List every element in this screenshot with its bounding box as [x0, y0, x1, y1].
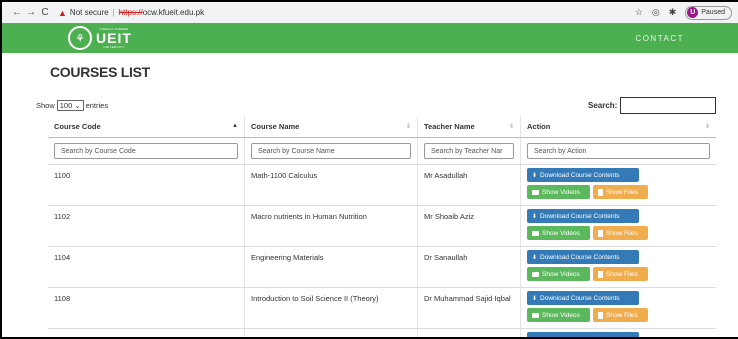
course-code-cell: 1104 — [48, 247, 245, 287]
course-code-cell: 1108 — [48, 288, 245, 328]
show-videos-button[interactable]: Show Videos — [527, 185, 590, 199]
back-button[interactable]: ← — [10, 7, 24, 18]
show-label: Show — [36, 101, 55, 110]
video-icon — [532, 312, 539, 318]
url-scheme: https:// — [118, 8, 143, 17]
download-course-contents-button[interactable]: ⬇ Download Course Contents — [527, 291, 639, 305]
course-name-cell: Macro nutrients in Human Nutrition — [245, 206, 418, 246]
filter-action-input[interactable]: Search by Action — [527, 143, 710, 159]
show-videos-button[interactable]: Show Videos — [527, 267, 590, 281]
filter-course-name-input[interactable]: Search by Course Name — [251, 143, 411, 159]
action-cell: ⬇ Download Course Contents Show Videos Sh… — [521, 206, 716, 246]
download-icon: ⬇ — [532, 295, 538, 302]
file-icon — [598, 311, 603, 319]
forward-button[interactable]: → — [24, 7, 38, 18]
global-search: Search: — [588, 97, 717, 114]
download-course-contents-button[interactable]: ⬇ Download Course Contents — [527, 168, 639, 182]
courses-table: Course Code ▲ Course Name ⇕ Teacher Name ⇕ … — [48, 116, 716, 337]
browser-toolbar: ← → C ▲ Not secure | https://ocw.kfueit.… — [2, 2, 738, 23]
teacher-name-cell: Dr Muhammad Sajid Iqbal — [418, 288, 521, 328]
profile-status: Paused — [701, 9, 725, 16]
show-files-button[interactable]: Show Files — [593, 226, 648, 240]
sort-icon: ⇕ — [704, 124, 710, 130]
show-videos-button[interactable]: Show Videos — [527, 226, 590, 240]
page-title: COURSES LIST — [50, 64, 150, 80]
logo-text: UEIT — [96, 30, 132, 46]
nav-contact-link[interactable]: CONTACT — [635, 34, 684, 43]
video-icon — [532, 230, 539, 236]
video-icon — [532, 189, 539, 195]
entries-select[interactable]: 100 ⌄ — [56, 100, 84, 111]
show-videos-button[interactable]: Show Videos — [527, 308, 590, 322]
table-row — [48, 329, 716, 337]
file-icon — [598, 270, 603, 278]
warning-icon: ▲ — [58, 7, 67, 18]
teacher-name-cell: Dr Sanaullah — [418, 247, 521, 287]
table-filter-row: Search by Course Code Search by Course N… — [48, 138, 716, 165]
course-name-cell: Engineering Materials — [245, 247, 418, 287]
puzzle-icon[interactable]: ✱ — [669, 7, 677, 18]
entries-control: Show 100 ⌄ entries — [36, 100, 108, 111]
course-code-cell: 1100 — [48, 165, 245, 205]
download-icon: ⬇ — [532, 172, 538, 179]
security-status[interactable]: Not secure — [70, 8, 109, 17]
site-logo[interactable]: ⚘ KHWAJA FAREED UEIT UNIVERSITY — [68, 26, 132, 50]
table-row: 1104 Engineering Materials Dr Sanaullah … — [48, 247, 716, 288]
logo-tagline: UNIVERSITY — [103, 45, 125, 49]
address-bar[interactable]: https://ocw.kfueit.edu.pk — [119, 8, 204, 17]
action-cell: ⬇ Download Course Contents Show Videos Sh… — [521, 247, 716, 287]
filter-course-code-input[interactable]: Search by Course Code — [54, 143, 238, 159]
course-name-cell: Introduction to Soil Science II (Theory) — [245, 288, 418, 328]
profile-button[interactable]: U Paused — [685, 5, 732, 20]
table-row: 1102 Macro nutrients in Human Nutrition … — [48, 206, 716, 247]
search-input[interactable] — [620, 97, 717, 114]
teacher-name-cell: Mr Shoaib Aziz — [418, 206, 521, 246]
show-files-button[interactable]: Show Files — [593, 185, 648, 199]
column-header-course-code[interactable]: Course Code ▲ — [48, 116, 245, 137]
table-header-row: Course Code ▲ Course Name ⇕ Teacher Name ⇕ … — [48, 116, 716, 138]
site-header: ⚘ KHWAJA FAREED UEIT UNIVERSITY CONTACT — [2, 23, 738, 53]
column-header-teacher-name[interactable]: Teacher Name ⇕ — [418, 116, 521, 137]
course-name-cell: Math-1100 Calculus — [245, 165, 418, 205]
action-cell: ⬇ Download Course Contents Show Videos Sh… — [521, 165, 716, 205]
reload-button[interactable]: C — [38, 7, 52, 18]
file-icon — [598, 229, 603, 237]
teacher-name-cell: Mr Asadullah — [418, 165, 521, 205]
action-cell — [521, 329, 716, 337]
table-row: 1108 Introduction to Soil Science II (Th… — [48, 288, 716, 329]
browser-actions: ☆ ◎ ✱ U Paused — [635, 5, 732, 20]
show-files-button[interactable]: Show Files — [593, 308, 648, 322]
page-frame: ← → C ▲ Not secure | https://ocw.kfueit.… — [0, 0, 738, 339]
download-course-contents-button[interactable]: ⬇ Download Course Contents — [527, 209, 639, 223]
star-icon[interactable]: ☆ — [635, 7, 643, 18]
download-course-contents-button[interactable]: ⬇ Download Course Contents — [527, 250, 639, 264]
url-divider: | — [112, 8, 115, 17]
show-files-button[interactable]: Show Files — [593, 267, 648, 281]
download-course-contents-button[interactable] — [527, 332, 639, 337]
sort-asc-icon: ▲ — [232, 123, 238, 129]
table-row: 1100 Math-1100 Calculus Mr Asadullah ⬇ Do… — [48, 165, 716, 206]
chevron-down-icon: ⌄ — [74, 101, 81, 110]
seal-icon: ⚘ — [68, 26, 92, 50]
search-label: Search: — [588, 101, 618, 110]
sort-icon: ⇕ — [508, 124, 514, 130]
filter-teacher-name-input[interactable]: Search by Teacher Nar — [424, 143, 514, 159]
extension-icon[interactable]: ◎ — [652, 7, 660, 18]
video-icon — [532, 271, 539, 277]
column-header-action[interactable]: Action ⇕ — [521, 116, 716, 137]
sort-icon: ⇕ — [405, 124, 411, 130]
entries-label: entries — [85, 101, 109, 110]
column-header-course-name[interactable]: Course Name ⇕ — [245, 116, 418, 137]
avatar: U — [687, 7, 699, 18]
course-code-cell: 1102 — [48, 206, 245, 246]
file-icon — [598, 188, 603, 196]
action-cell: ⬇ Download Course Contents Show Videos Sh… — [521, 288, 716, 328]
url-host: ocw.kfueit.edu.pk — [142, 8, 205, 17]
download-icon: ⬇ — [532, 213, 538, 220]
download-icon: ⬇ — [532, 254, 538, 261]
